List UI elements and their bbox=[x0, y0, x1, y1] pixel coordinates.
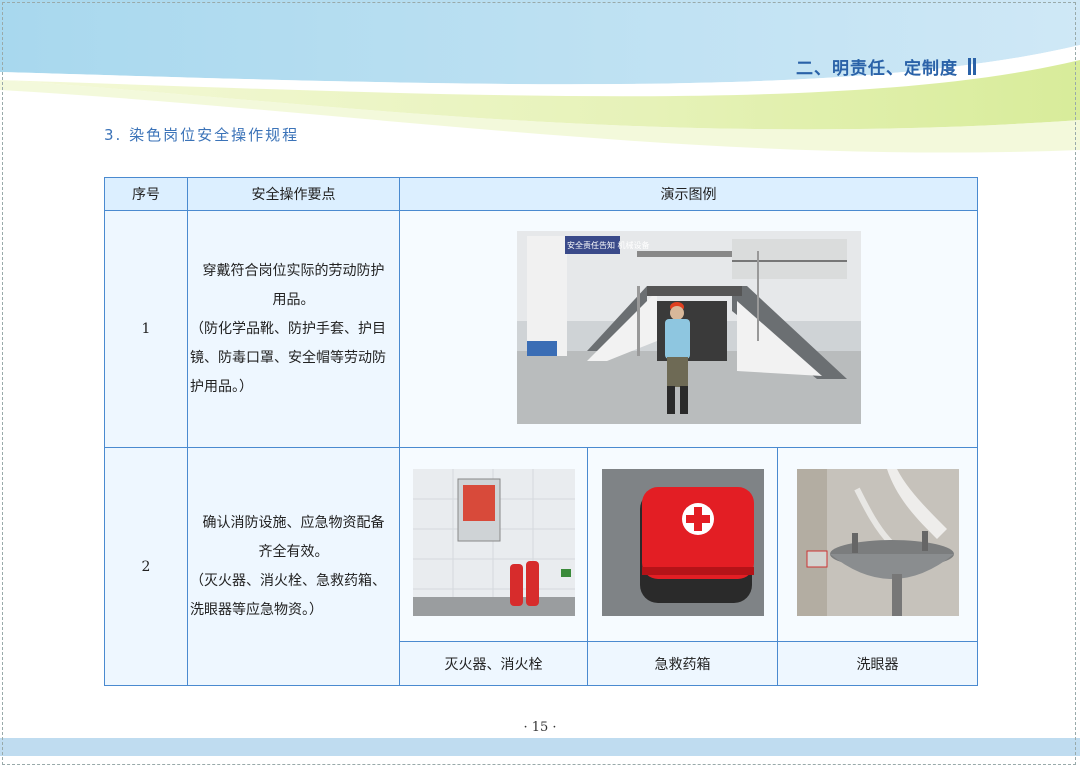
illustration-cell bbox=[399, 447, 588, 642]
table-header-row: 序号 安全操作要点 演示图例 bbox=[104, 177, 978, 211]
header-illustration: 演示图例 bbox=[399, 177, 978, 211]
eyewash-photo bbox=[796, 469, 959, 616]
point-main: 确认消防设施、应急物资配备齐全有效。 bbox=[202, 514, 385, 560]
row-index: 2 bbox=[104, 447, 188, 686]
row-index: 1 bbox=[104, 210, 188, 448]
fire-extinguisher-photo bbox=[412, 469, 575, 616]
point-main: 穿戴符合岗位实际的劳动防护用品。 bbox=[202, 262, 385, 308]
illustration-cell bbox=[587, 447, 778, 642]
illustration-cell: 安全责任告知 机械设备 bbox=[399, 210, 978, 448]
point-note: （防化学品靴、防护手套、护目镜、防毒口罩、安全帽等劳动防护用品。） bbox=[190, 320, 386, 395]
point-note: （灭火器、消火栓、急救药箱、洗眼器等应急物资。） bbox=[190, 572, 386, 618]
chapter-title: 二、明责任、定制度 bbox=[796, 54, 976, 79]
bars-icon bbox=[968, 58, 976, 75]
chapter-title-text: 二、明责任、定制度 bbox=[796, 59, 958, 79]
row-points: 确认消防设施、应急物资配备齐全有效。 （灭火器、消火栓、急救药箱、洗眼器等应急物… bbox=[187, 447, 400, 686]
illustration-cell bbox=[777, 447, 978, 642]
footer-band bbox=[0, 738, 1080, 756]
table-row: 2 确认消防设施、应急物资配备齐全有效。 （灭火器、消火栓、急救药箱、洗眼器等应… bbox=[104, 447, 978, 686]
svg-text:安全责任告知 机械设备: 安全责任告知 机械设备 bbox=[567, 240, 650, 250]
caption-firstaid: 急救药箱 bbox=[587, 641, 778, 686]
ppe-worker-photo: 安全责任告知 机械设备 bbox=[516, 230, 861, 424]
table-row: 1 穿戴符合岗位实际的劳动防护用品。 （防化学品靴、防护手套、护目镜、防毒口罩、… bbox=[104, 210, 978, 448]
first-aid-kit-photo bbox=[601, 469, 764, 616]
row-points: 穿戴符合岗位实际的劳动防护用品。 （防化学品靴、防护手套、护目镜、防毒口罩、安全… bbox=[187, 210, 400, 448]
caption-fire: 灭火器、消火栓 bbox=[399, 641, 588, 686]
caption-eyewash: 洗眼器 bbox=[777, 641, 978, 686]
header-index: 序号 bbox=[104, 177, 188, 211]
procedure-table: 序号 安全操作要点 演示图例 1 穿戴符合岗位实际的劳动防护用品。 （防化学品靴… bbox=[104, 177, 978, 686]
page-number: · 15 · bbox=[523, 720, 557, 735]
section-title: 3. 染色岗位安全操作规程 bbox=[104, 126, 300, 144]
header-points: 安全操作要点 bbox=[187, 177, 400, 211]
